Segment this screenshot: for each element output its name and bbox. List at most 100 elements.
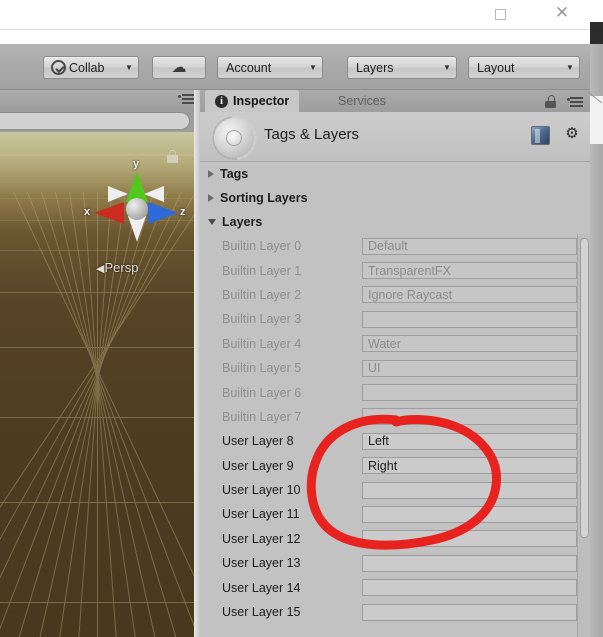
info-icon: i [215,94,228,108]
layer-name-label: Builtin Layer 2 [222,287,302,302]
table-row: User Layer 14 [210,575,590,599]
layer-name-label: Builtin Layer 6 [222,385,302,400]
gizmo-axis-x-label: x [84,206,91,218]
layer-value-readonly: Water [362,335,577,353]
gizmo-axis-z-cone[interactable] [148,202,178,224]
layer-name-label: Builtin Layer 5 [222,361,302,376]
foldout-tags[interactable]: Tags [200,162,590,186]
collab-check-icon [51,60,66,75]
gizmo-axis-z-label: z [180,206,186,218]
layer-name-label: Builtin Layer 4 [222,336,302,351]
cloud-icon: ☁ [171,59,187,76]
layer-name-label: User Layer 9 [222,458,294,473]
collab-button[interactable]: Collab ▼ [43,56,139,79]
account-label: Account [226,60,272,75]
inspector-panel: i Inspector Services Tags & Layers ⚙ Tag… [200,90,590,637]
layer-name-label: User Layer 10 [222,483,301,498]
chevron-down-icon: ▼ [125,63,133,72]
table-row: Builtin Layer 4 Water [210,332,590,356]
scene-orientation-gizmo[interactable]: y x z [84,158,186,256]
gizmo-axis-x-cone[interactable] [94,202,124,224]
gear-icon[interactable]: ⚙ [564,126,580,142]
tab-services[interactable]: Services [328,90,396,112]
screen-edge-top-white [590,0,603,22]
tab-services-label: Services [338,94,386,108]
layer-value-input[interactable] [362,554,577,572]
scene-viewport[interactable]: y x z ◀Persp [0,132,194,637]
layout-dropdown-button[interactable]: Layout ▼ [468,56,580,79]
unity-toolbar: Collab ▼ ☁ Account ▼ Layers ▼ Layout ▼ [0,44,590,90]
close-icon[interactable]: ✕ [542,0,582,26]
layer-value-readonly: UI [362,359,577,377]
gizmo-axis-neg-z-cone[interactable] [144,186,164,202]
lock-icon[interactable] [545,95,556,108]
layer-value-readonly: TransparentFX [362,262,577,280]
layer-name-label: Builtin Layer 1 [222,263,302,278]
cloud-button[interactable]: ☁ [152,56,206,79]
scene-view-panel: y x z ◀Persp [0,90,200,637]
table-row: Builtin Layer 7 [210,405,590,429]
layer-value-input[interactable] [362,530,577,548]
table-row: Builtin Layer 5 UI [210,356,590,380]
layer-name-label: Builtin Layer 3 [222,312,302,327]
foldout-layers[interactable]: Layers [200,210,590,234]
inspector-content: Tags Sorting Layers Layers Builtin Layer… [200,162,590,637]
window-resize-corner[interactable] [588,88,603,104]
layer-value-readonly [362,384,577,402]
layer-name-label: User Layer 12 [222,531,301,546]
layer-name-label: Builtin Layer 0 [222,239,302,254]
tab-inspector[interactable]: i Inspector [205,90,300,112]
panel-menu-icon[interactable] [176,94,194,104]
panel-menu-icon[interactable] [565,97,583,107]
layer-value-input[interactable] [362,603,577,621]
gizmo-axis-y-label: y [133,158,140,170]
scene-panel-tabstrip [0,90,200,110]
layer-value-readonly: Default [362,237,577,255]
layers-dropdown-button[interactable]: Layers ▼ [347,56,457,79]
table-row: User Layer 12 [210,527,590,551]
chevron-down-icon: ▼ [443,63,451,72]
table-row: User Layer 9 Right [210,454,590,478]
maximize-icon[interactable] [480,0,520,26]
chevron-right-icon [208,194,214,202]
tab-inspector-label: Inspector [233,94,290,108]
table-row: Builtin Layer 1 TransparentFX [210,258,590,282]
layer-value-input[interactable]: Left [362,432,577,450]
inspector-scrollbar[interactable] [577,234,590,637]
layer-value-input[interactable]: Right [362,457,577,475]
projection-mode-label[interactable]: ◀Persp [96,260,138,275]
account-button[interactable]: Account ▼ [217,56,323,79]
scrollbar-thumb[interactable] [580,238,589,538]
settings-gear-icon [212,116,256,160]
layer-value-readonly [362,310,577,328]
layer-value-input[interactable] [362,481,577,499]
search-input[interactable] [0,112,190,130]
chevron-down-icon [208,219,216,225]
collab-label: Collab [69,60,105,75]
gizmo-center-ball[interactable] [126,198,148,220]
lock-icon[interactable] [167,150,178,163]
layer-value-input[interactable] [362,505,577,523]
layer-name-label: User Layer 15 [222,605,301,620]
table-row: Builtin Layer 0 Default [210,234,590,258]
gizmo-axis-neg-x-cone[interactable] [108,186,128,202]
layout-label: Layout [477,60,515,75]
table-row: User Layer 10 [210,478,590,502]
layer-value-input[interactable] [362,579,577,597]
layer-name-label: User Layer 14 [222,580,301,595]
foldout-sorting-layers[interactable]: Sorting Layers [200,186,590,210]
layers-list: Builtin Layer 0 Default Builtin Layer 1 Tra… [200,234,590,624]
preset-icon[interactable] [531,126,550,145]
layer-name-label: User Layer 13 [222,556,301,571]
table-row: Builtin Layer 3 [210,307,590,331]
layer-value-readonly [362,408,577,426]
window-titlebar: ✕ [0,0,603,44]
page-title: Tags & Layers [264,126,360,143]
table-row: Builtin Layer 2 Ignore Raycast [210,283,590,307]
table-row: User Layer 8 Left [210,429,590,453]
chevron-right-icon [208,170,214,178]
layer-name-label: User Layer 8 [222,434,294,449]
layers-label: Layers [356,60,394,75]
table-row: Builtin Layer 6 [210,380,590,404]
foldout-layers-label: Layers [222,215,263,229]
